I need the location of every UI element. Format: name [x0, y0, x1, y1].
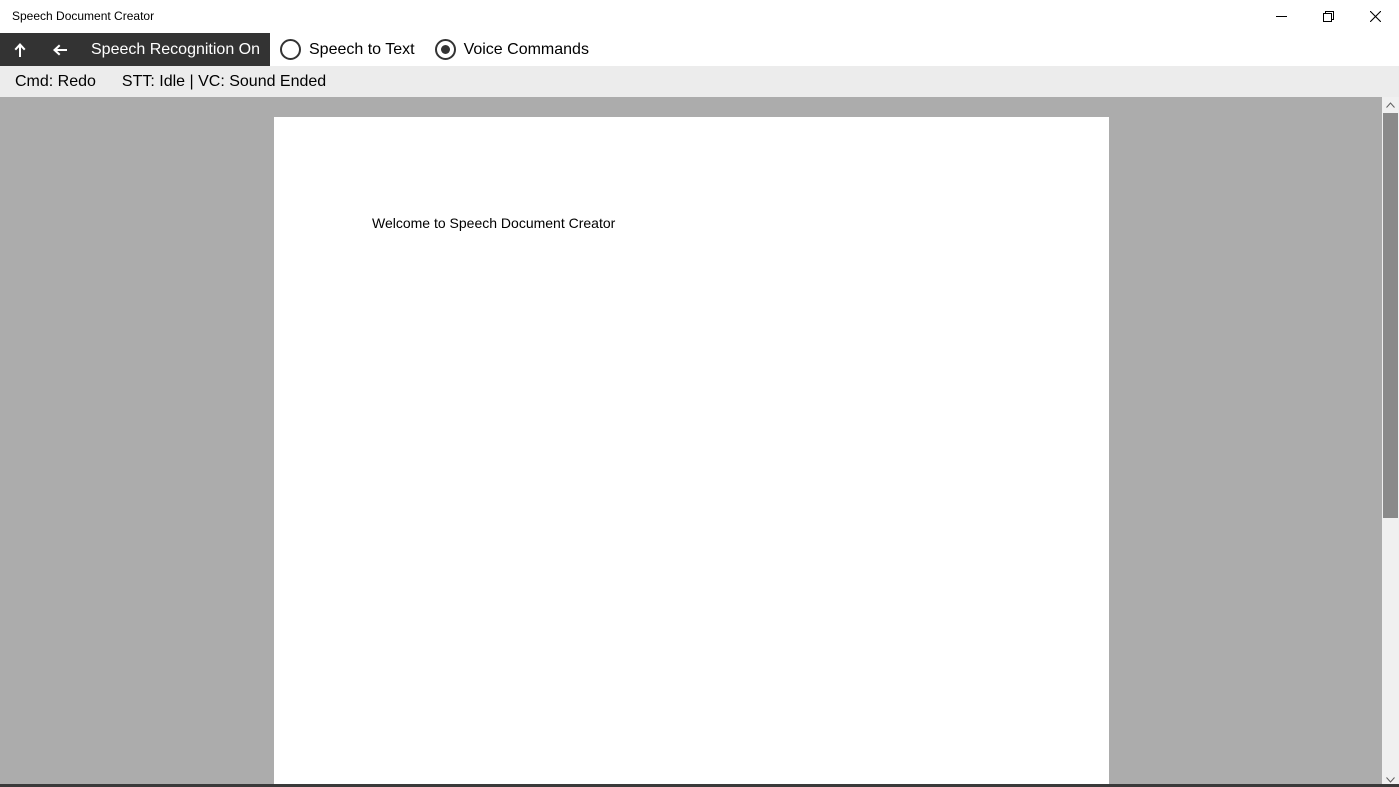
toolbar: Speech Recognition On Speech to Text Voi… — [0, 33, 1399, 66]
chevron-down-icon — [1386, 776, 1395, 783]
minimize-icon — [1276, 16, 1287, 17]
toolbar-dark-group: Speech Recognition On — [0, 33, 270, 66]
chevron-up-icon — [1386, 101, 1395, 108]
vertical-scrollbar[interactable] — [1382, 97, 1399, 787]
up-button[interactable] — [0, 33, 40, 66]
scroll-up-button[interactable] — [1382, 97, 1399, 112]
back-button[interactable] — [40, 33, 80, 66]
last-command-status: Cmd: Redo — [15, 72, 96, 90]
title-bar[interactable]: Speech Document Creator — [0, 0, 1399, 33]
arrow-left-icon — [53, 44, 67, 55]
mode-label: Voice Commands — [463, 40, 589, 58]
document-text[interactable]: Welcome to Speech Document Creator — [372, 215, 615, 231]
document-workspace: Welcome to Speech Document Creator — [0, 97, 1382, 787]
app-window: Speech Document Creator Speech Recogniti… — [0, 0, 1399, 787]
mode-radio-voice-commands[interactable]: Voice Commands — [434, 33, 589, 66]
status-bar: Cmd: Redo STT: Idle | VC: Sound Ended — [0, 66, 1399, 97]
recognition-state-status: STT: Idle | VC: Sound Ended — [121, 72, 327, 90]
arrow-up-icon — [14, 42, 26, 57]
radio-dot-icon — [440, 45, 450, 54]
restore-icon — [1323, 11, 1334, 22]
mode-radio-speech-to-text[interactable]: Speech to Text — [280, 33, 415, 66]
close-icon — [1370, 11, 1381, 22]
minimize-button[interactable] — [1258, 0, 1305, 33]
radio-button-selected[interactable] — [434, 39, 456, 60]
scroll-thumb[interactable] — [1383, 113, 1398, 518]
speech-recognition-toggle[interactable]: Speech Recognition On — [80, 33, 270, 66]
radio-button-unselected[interactable] — [280, 39, 301, 60]
mode-label: Speech to Text — [309, 40, 415, 58]
restore-button[interactable] — [1305, 0, 1352, 33]
window-title: Speech Document Creator — [12, 9, 155, 23]
close-button[interactable] — [1352, 0, 1399, 33]
caption-buttons — [1258, 0, 1399, 33]
document-page[interactable]: Welcome to Speech Document Creator — [274, 117, 1109, 787]
